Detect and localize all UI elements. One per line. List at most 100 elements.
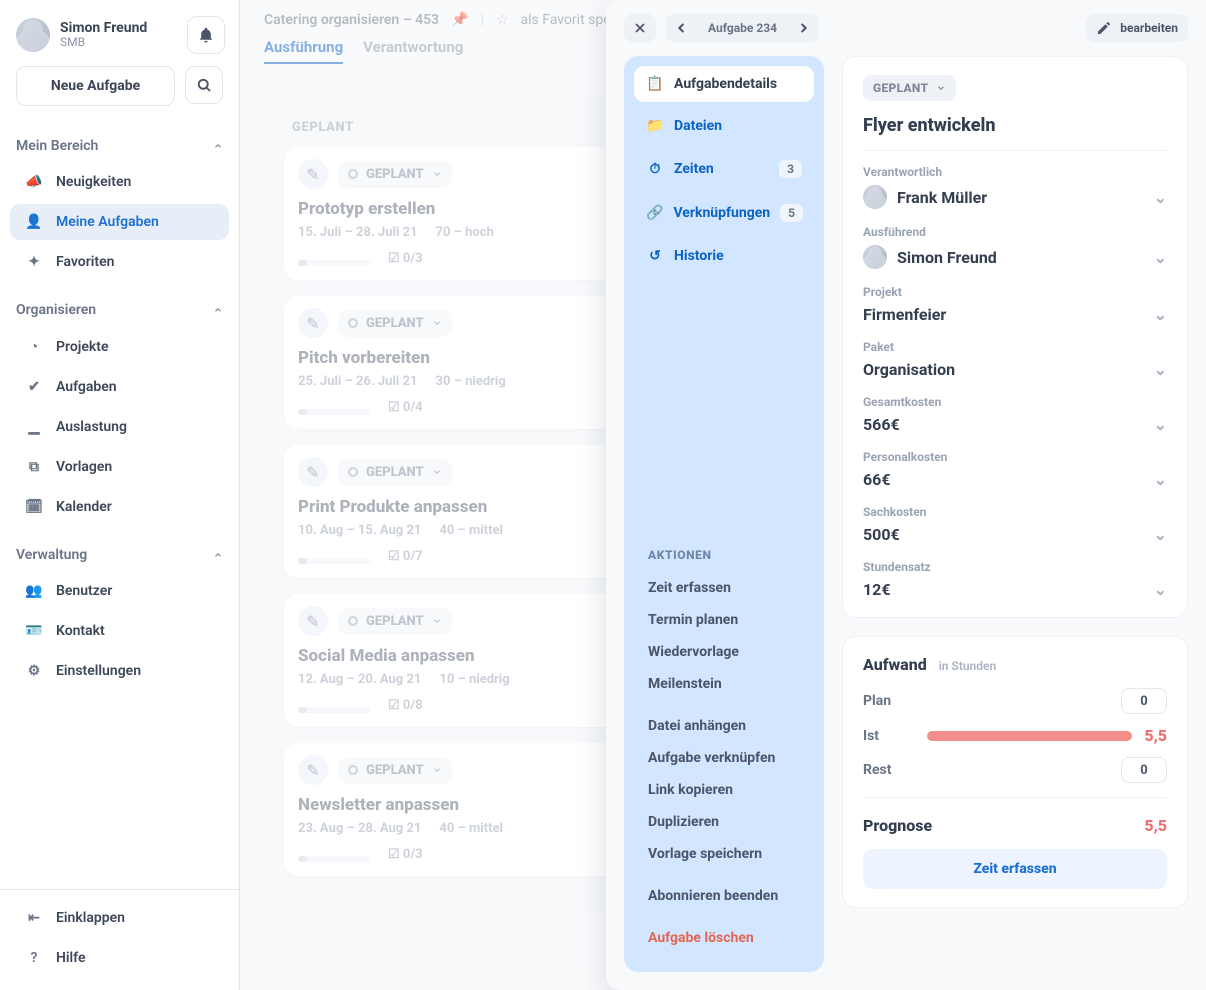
status-chip[interactable]: GEPLANT [338, 459, 452, 486]
tab-label: Verknüpfungen [673, 205, 770, 221]
nav-calendar[interactable]: 🗓Kalender [10, 489, 229, 525]
tab-links[interactable]: 🔗 Verknüpfungen 5 [634, 194, 814, 232]
action-save-template[interactable]: Vorlage speichern [640, 838, 808, 870]
status-chip[interactable]: GEPLANT [338, 310, 452, 337]
plan-label: Plan [863, 693, 915, 709]
action-attach[interactable]: Datei anhängen [640, 710, 808, 742]
pencil-icon: ✎ [298, 755, 328, 785]
notifications-button[interactable] [187, 16, 225, 54]
field-total-cost[interactable]: 566€ ⌄ [863, 415, 1167, 434]
label-executing: Ausführend [863, 225, 1167, 239]
nav-label: Einklappen [56, 910, 125, 926]
value: Simon Freund [897, 248, 997, 267]
action-schedule[interactable]: Termin planen [640, 604, 808, 636]
time-track-button[interactable]: Zeit erfassen [863, 849, 1167, 889]
tab-files[interactable]: 📁 Dateien [634, 108, 814, 144]
status-chip[interactable]: GEPLANT [338, 161, 452, 188]
action-duplicate[interactable]: Duplizieren [640, 806, 808, 838]
field-responsible[interactable]: Frank Müller ⌄ [863, 185, 1167, 209]
label-personnel-cost: Personalkosten [863, 450, 1167, 464]
close-button[interactable] [624, 14, 656, 42]
breadcrumb-title[interactable]: Catering organisieren – 453 [264, 12, 439, 28]
nav-help[interactable]: ?Hilfe [10, 940, 229, 976]
task-title[interactable]: Flyer entwickeln [863, 115, 1167, 136]
card-priority: 40 – mittel [439, 821, 503, 836]
action-delete[interactable]: Aufgabe löschen [640, 922, 808, 954]
search-button[interactable] [185, 66, 223, 104]
action-copy-link[interactable]: Link kopieren [640, 774, 808, 806]
value: Frank Müller [897, 188, 987, 207]
star-outline-icon[interactable]: ☆ [496, 12, 509, 28]
nav-contact[interactable]: 🪪Kontakt [10, 613, 229, 649]
pin-icon[interactable]: 📌 [451, 12, 468, 28]
nav-users[interactable]: 👥Benutzer [10, 573, 229, 609]
field-project[interactable]: Firmenfeier ⌄ [863, 305, 1167, 324]
nav-label: Aufgaben [56, 379, 117, 395]
nav-label: Vorlagen [56, 459, 112, 475]
star-icon: ✦ [24, 254, 44, 270]
task-drawer: Aufgabe 234 bearbeiten 📋 Aufgabendetails… [606, 0, 1206, 990]
nav-templates[interactable]: ⧉Vorlagen [10, 449, 229, 485]
field-material-cost[interactable]: 500€ ⌄ [863, 525, 1167, 544]
tab-execution[interactable]: Ausführung [264, 38, 343, 64]
field-rate[interactable]: 12€ ⌄ [863, 580, 1167, 599]
checklist-count: ☑ 0/3 [388, 847, 423, 862]
nav-settings[interactable]: ⚙Einstellungen [10, 653, 229, 689]
count-badge: 5 [780, 204, 803, 222]
field-personnel-cost[interactable]: 66€ ⌄ [863, 470, 1167, 489]
tab-history[interactable]: ↺ Historie [634, 238, 814, 274]
user-subtitle: SMB [60, 36, 147, 50]
action-time-track[interactable]: Zeit erfassen [640, 572, 808, 604]
rest-input[interactable]: 0 [1121, 757, 1167, 783]
checklist-count: ☑ 0/4 [388, 400, 423, 415]
nav-label: Kontakt [56, 623, 105, 639]
ist-bar [927, 731, 1132, 741]
status-chip[interactable]: GEPLANT [338, 608, 452, 635]
tab-responsibility[interactable]: Verantwortung [363, 38, 463, 64]
label-package: Paket [863, 340, 1167, 354]
user-menu[interactable]: Simon Freund SMB [16, 18, 147, 52]
nav-tasks[interactable]: ✔Aufgaben [10, 369, 229, 405]
section-verwaltung[interactable]: Verwaltung [0, 529, 239, 569]
section-label: Mein Bereich [16, 138, 98, 154]
checklist-count: ☑ 0/7 [388, 549, 423, 564]
next-task-button[interactable] [787, 14, 819, 42]
nav-collapse[interactable]: ⇤Einklappen [10, 900, 229, 936]
nav-news[interactable]: 📣Neuigkeiten [10, 164, 229, 200]
users-icon: 👥 [24, 583, 44, 599]
favorite-label[interactable]: als Favorit spe [521, 12, 611, 28]
status-badge[interactable]: GEPLANT [863, 75, 956, 101]
action-link-task[interactable]: Aufgabe verknüpfen [640, 742, 808, 774]
field-package[interactable]: Organisation ⌄ [863, 360, 1167, 379]
status-chip[interactable]: GEPLANT [338, 757, 452, 784]
tab-times[interactable]: ⏱ Zeiten 3 [634, 150, 814, 188]
field-executing[interactable]: Simon Freund ⌄ [863, 245, 1167, 269]
bell-icon [197, 26, 215, 44]
action-milestone[interactable]: Meilenstein [640, 668, 808, 700]
chevron-down-icon [936, 83, 946, 93]
checklist-count: ☑ 0/8 [388, 698, 423, 713]
nav-my-tasks[interactable]: 👤Meine Aufgaben [10, 204, 229, 240]
history-icon: ↺ [646, 248, 664, 264]
action-resubmit[interactable]: Wiedervorlage [640, 636, 808, 668]
edit-button[interactable]: bearbeiten [1086, 14, 1188, 42]
value: 566€ [863, 415, 900, 434]
prev-task-button[interactable] [666, 14, 698, 42]
label-responsible: Verantwortlich [863, 165, 1167, 179]
action-unsubscribe[interactable]: Abonnieren beenden [640, 880, 808, 912]
nav-projects[interactable]: ◔Projekte [10, 328, 229, 365]
chevron-up-icon [213, 305, 223, 315]
section-organisieren[interactable]: Organisieren [0, 284, 239, 324]
plan-input[interactable]: 0 [1121, 688, 1167, 714]
nav-label: Projekte [56, 339, 108, 355]
new-task-button[interactable]: Neue Aufgabe [16, 66, 175, 106]
nav-label: Auslastung [56, 419, 127, 435]
close-icon [632, 20, 648, 36]
edit-label: bearbeiten [1120, 21, 1178, 35]
pencil-icon: ✎ [298, 159, 328, 189]
section-mein-bereich[interactable]: Mein Bereich [0, 120, 239, 160]
chevron-left-icon [674, 20, 690, 36]
tab-details[interactable]: 📋 Aufgabendetails [634, 66, 814, 102]
nav-workload[interactable]: ▁Auslastung [10, 409, 229, 445]
nav-favorites[interactable]: ✦Favoriten [10, 244, 229, 280]
